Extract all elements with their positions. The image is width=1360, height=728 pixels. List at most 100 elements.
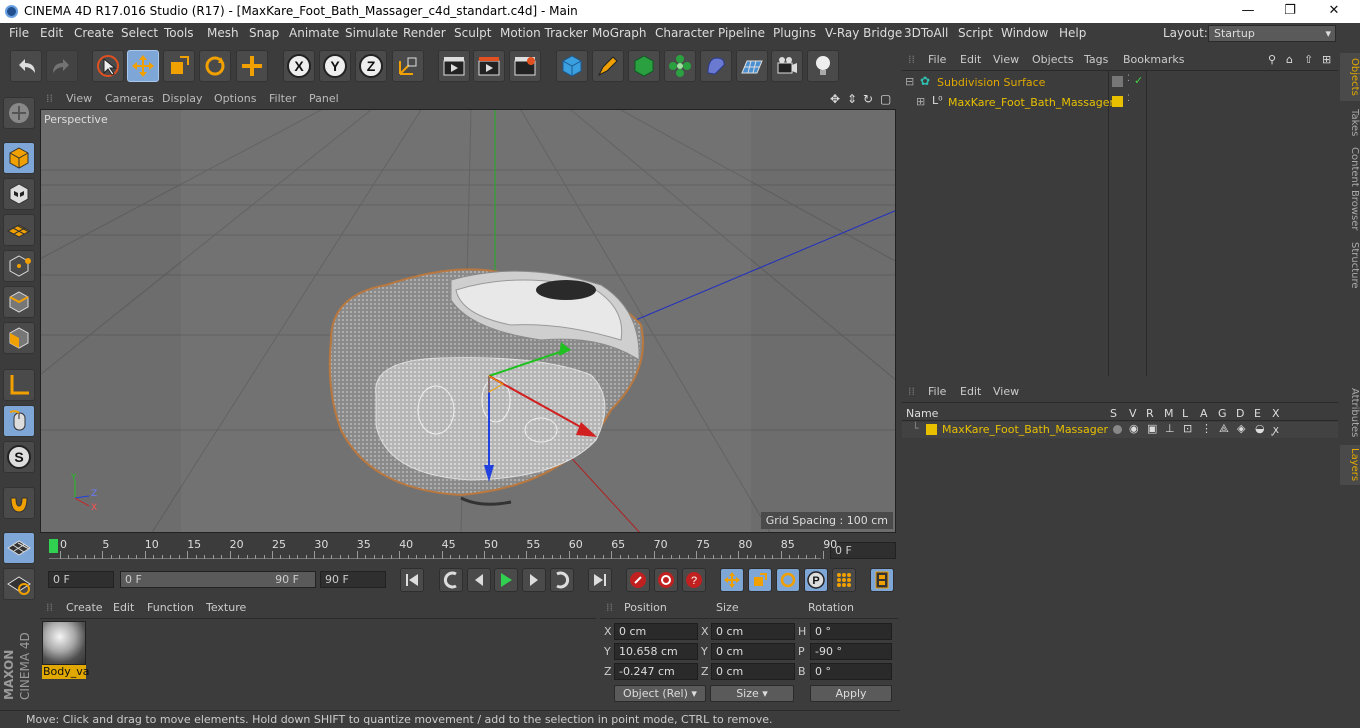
- material-menu-edit[interactable]: Edit: [113, 601, 134, 614]
- layers-menu-file[interactable]: File: [928, 385, 946, 398]
- pos-z-field[interactable]: -0.247 cm: [614, 663, 698, 680]
- layout-dropdown[interactable]: Startup ▾: [1208, 25, 1336, 42]
- menu-snap[interactable]: Snap: [249, 26, 279, 40]
- rot-p-field[interactable]: -90 °: [810, 643, 892, 660]
- keyframe-selection-button[interactable]: ?: [682, 568, 706, 592]
- redo-button[interactable]: [46, 50, 78, 82]
- generator-icon[interactable]: ⟁: [1219, 422, 1229, 436]
- tab-takes[interactable]: Takes: [1340, 105, 1360, 141]
- objects-menu-tags[interactable]: Tags: [1084, 53, 1108, 66]
- make-editable-button[interactable]: [3, 97, 35, 129]
- viewport-menu-view[interactable]: View: [66, 92, 92, 105]
- playhead-marker[interactable]: [49, 539, 58, 553]
- object-name[interactable]: Subdivision Surface: [937, 76, 1045, 89]
- key-point-level-toggle[interactable]: [832, 568, 856, 592]
- workplane-mode-button[interactable]: [3, 214, 35, 246]
- tab-structure[interactable]: Structure: [1340, 237, 1360, 293]
- manager-icon[interactable]: ⊥: [1165, 422, 1175, 435]
- workplane-lock-button[interactable]: [3, 568, 35, 600]
- texture-mode-button[interactable]: [3, 178, 35, 210]
- viewport-move-icon[interactable]: ✥: [830, 92, 840, 106]
- tab-objects[interactable]: Objects: [1340, 53, 1360, 101]
- subdivision-button[interactable]: [628, 50, 660, 82]
- key-rotation-toggle[interactable]: [776, 568, 800, 592]
- tweak-mode-button[interactable]: [3, 405, 35, 437]
- edges-mode-button[interactable]: [3, 286, 35, 318]
- visibility-dots-icon[interactable]: ⁚: [1127, 94, 1130, 104]
- menu-select[interactable]: Select: [121, 26, 158, 40]
- menu-mograph[interactable]: MoGraph: [592, 26, 647, 40]
- go-to-end-button[interactable]: [588, 568, 612, 592]
- objects-menu-view[interactable]: View: [993, 53, 1019, 66]
- object-row-subdivision[interactable]: ⊟ ✿ Subdivision Surface ⁚ ✓: [902, 74, 1338, 92]
- menu-plugins[interactable]: Plugins: [773, 26, 816, 40]
- cube-object-button[interactable]: [556, 50, 588, 82]
- layer-col-d[interactable]: D: [1236, 407, 1244, 420]
- rot-b-field[interactable]: 0 °: [810, 663, 892, 680]
- enabled-check-icon[interactable]: ✓: [1134, 74, 1143, 87]
- menu-file[interactable]: File: [9, 26, 29, 40]
- tab-layers[interactable]: Layers: [1340, 445, 1360, 485]
- viewport-menu-display[interactable]: Display: [162, 92, 203, 105]
- new-manager-icon[interactable]: ⊞: [1322, 53, 1331, 66]
- layer-col-v[interactable]: V: [1129, 407, 1137, 420]
- layer-col-e[interactable]: E: [1254, 407, 1261, 420]
- objects-menu-bookmarks[interactable]: Bookmarks: [1123, 53, 1184, 66]
- y-axis-lock[interactable]: Y: [319, 50, 351, 82]
- snap-toggle-button[interactable]: [3, 487, 35, 519]
- rot-h-field[interactable]: 0 °: [810, 623, 892, 640]
- size-x-field[interactable]: 0 cm: [711, 623, 795, 640]
- nav-up-icon[interactable]: ⇧: [1304, 53, 1313, 66]
- solo-mode-button[interactable]: S: [3, 441, 35, 473]
- expression-icon[interactable]: ◒: [1255, 422, 1265, 435]
- layers-menu-view[interactable]: View: [993, 385, 1019, 398]
- timeline[interactable]: 0 F 0 5 10 15 20 25 30 35 40 45 50 55 60 65 70 75 80 85 90: [40, 533, 896, 565]
- viewport-menu-cameras[interactable]: Cameras: [105, 92, 154, 105]
- render-clapper-icon[interactable]: ▣: [1147, 422, 1157, 435]
- eye-icon[interactable]: ◉: [1129, 422, 1139, 435]
- menu-3dtoall[interactable]: 3DToAll: [904, 26, 948, 40]
- lock-icon[interactable]: ⊡: [1183, 422, 1192, 435]
- apply-button[interactable]: Apply: [810, 685, 892, 702]
- layer-row[interactable]: └ MaxKare_Foot_Bath_Massager ◉ ▣ ⊥ ⊡ ⋮ ⟁…: [902, 422, 1338, 438]
- menu-tools[interactable]: Tools: [164, 26, 194, 40]
- current-frame-field[interactable]: 0 F: [830, 542, 896, 559]
- recent-tool[interactable]: [236, 50, 268, 82]
- pos-y-field[interactable]: 10.658 cm: [614, 643, 698, 660]
- key-parameter-toggle[interactable]: P: [804, 568, 828, 592]
- model-mode-button[interactable]: [3, 142, 35, 174]
- layer-name[interactable]: MaxKare_Foot_Bath_Massager: [942, 423, 1108, 436]
- material-thumbnail[interactable]: Body_va: [42, 621, 90, 679]
- perspective-viewport[interactable]: Y Z X Perspective Grid Spacing : 100 cm: [40, 109, 896, 533]
- size-y-field[interactable]: 0 cm: [711, 643, 795, 660]
- xref-icon[interactable]: ꭙ: [1273, 422, 1279, 437]
- autokeying-button[interactable]: [654, 568, 678, 592]
- key-scale-toggle[interactable]: [748, 568, 772, 592]
- viewport-rotate-icon[interactable]: ↻: [863, 92, 873, 106]
- layer-col-m[interactable]: M: [1164, 407, 1174, 420]
- menu-animate[interactable]: Animate: [289, 26, 339, 40]
- object-row-massager[interactable]: ⊞ L⁰ MaxKare_Foot_Bath_Massager ⁚: [902, 94, 1338, 112]
- layer-swatch[interactable]: [1112, 76, 1123, 87]
- menu-sculpt[interactable]: Sculpt: [454, 26, 491, 40]
- minimize-button[interactable]: —: [1228, 2, 1268, 20]
- home-icon[interactable]: ⌂: [1286, 53, 1293, 66]
- layer-col-r[interactable]: R: [1146, 407, 1154, 420]
- deformer-icon[interactable]: ◈: [1237, 422, 1245, 435]
- size-z-field[interactable]: 0 cm: [711, 663, 795, 680]
- scale-tool[interactable]: [163, 50, 195, 82]
- x-axis-lock[interactable]: X: [283, 50, 315, 82]
- quantize-toggle-button[interactable]: [3, 532, 35, 564]
- visibility-dots-icon[interactable]: ⁚: [1127, 74, 1130, 84]
- previous-key-button[interactable]: [439, 568, 463, 592]
- objects-menu-edit[interactable]: Edit: [960, 53, 981, 66]
- start-frame-field[interactable]: 0 F: [48, 571, 114, 588]
- axis-mode-button[interactable]: [3, 369, 35, 401]
- render-to-picture-viewer-button[interactable]: [473, 50, 505, 82]
- live-selection-tool[interactable]: [92, 50, 124, 82]
- viewport-menu-filter[interactable]: Filter: [269, 92, 296, 105]
- material-name[interactable]: Body_va: [42, 665, 90, 679]
- search-icon[interactable]: ⚲: [1268, 53, 1276, 66]
- menu-simulate[interactable]: Simulate: [345, 26, 398, 40]
- collapse-icon[interactable]: ⊟: [905, 75, 914, 88]
